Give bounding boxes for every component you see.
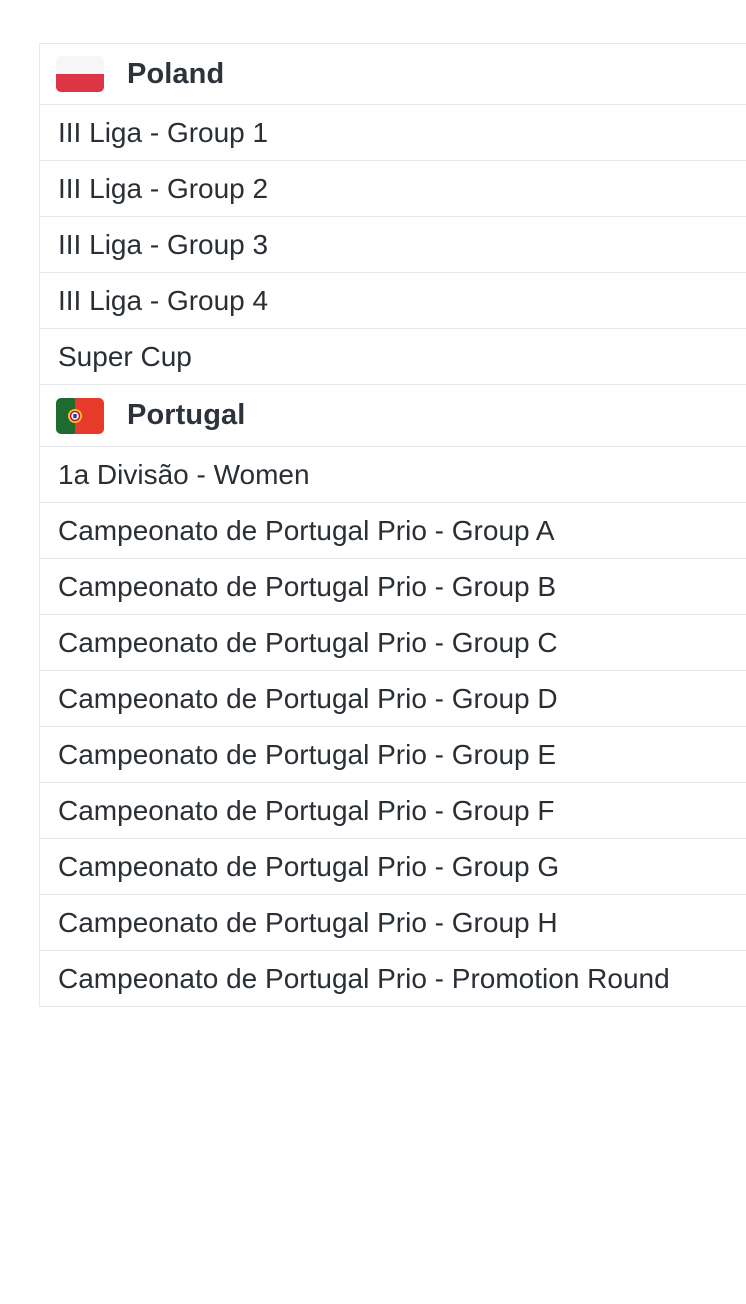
- league-item[interactable]: Campeonato de Portugal Prio - Promotion …: [39, 951, 746, 1007]
- league-item[interactable]: Campeonato de Portugal Prio - Group F: [39, 783, 746, 839]
- country-header-portugal[interactable]: Portugal: [39, 385, 746, 447]
- league-item[interactable]: III Liga - Group 4: [39, 273, 746, 329]
- league-list: Poland III Liga - Group 1 III Liga - Gro…: [39, 44, 746, 1007]
- country-header-poland[interactable]: Poland: [39, 44, 746, 105]
- league-item[interactable]: III Liga - Group 1: [39, 105, 746, 161]
- country-name: Portugal: [127, 399, 246, 431]
- league-item[interactable]: III Liga - Group 3: [39, 217, 746, 273]
- poland-flag-icon: [56, 56, 104, 92]
- league-item[interactable]: Campeonato de Portugal Prio - Group C: [39, 615, 746, 671]
- league-item[interactable]: Campeonato de Portugal Prio - Group G: [39, 839, 746, 895]
- league-item[interactable]: Campeonato de Portugal Prio - Group D: [39, 671, 746, 727]
- league-item[interactable]: 1a Divisão - Women: [39, 447, 746, 503]
- league-item[interactable]: Super Cup: [39, 329, 746, 385]
- league-item[interactable]: Campeonato de Portugal Prio - Group H: [39, 895, 746, 951]
- league-item[interactable]: Campeonato de Portugal Prio - Group B: [39, 559, 746, 615]
- league-item[interactable]: Campeonato de Portugal Prio - Group E: [39, 727, 746, 783]
- league-item[interactable]: Campeonato de Portugal Prio - Group A: [39, 503, 746, 559]
- league-item[interactable]: III Liga - Group 2: [39, 161, 746, 217]
- country-name: Poland: [127, 57, 225, 90]
- portugal-flag-icon: [56, 397, 104, 434]
